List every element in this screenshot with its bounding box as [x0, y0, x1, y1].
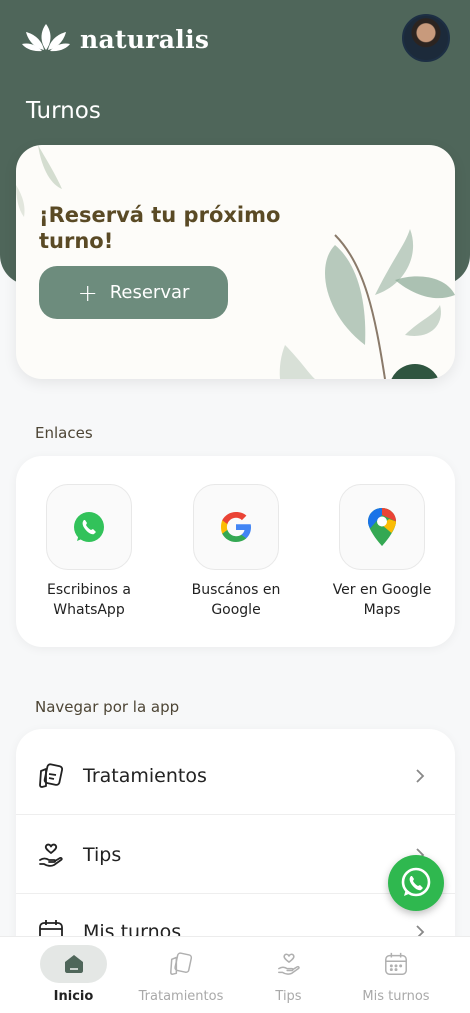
brand-name: naturalis — [80, 24, 210, 54]
reserve-button-label: Reservar — [109, 282, 190, 303]
whatsapp-link[interactable]: Escribinos a WhatsApp — [29, 484, 149, 620]
whatsapp-fab-button[interactable] — [388, 855, 444, 911]
calendar-icon — [363, 945, 430, 983]
home-icon — [40, 945, 107, 983]
google-maps-link-label: Ver en Google Maps — [332, 582, 432, 618]
google-link-label: Buscános en Google — [191, 582, 281, 618]
nav-item-label: Tips — [83, 843, 122, 866]
tab-label: Mis turnos — [362, 989, 430, 1004]
tab-label: Inicio — [53, 989, 94, 1004]
reserve-button[interactable]: + Reservar — [39, 266, 228, 319]
tab-tratamientos[interactable]: Tratamientos — [135, 937, 227, 1013]
treatments-icon — [148, 945, 215, 983]
tab-tips[interactable]: Tips — [255, 937, 322, 1013]
whatsapp-link-label: Escribinos a WhatsApp — [46, 582, 132, 618]
leaf-logo-icon — [22, 22, 70, 56]
whatsapp-icon — [46, 484, 132, 570]
tab-label: Tips — [275, 989, 302, 1004]
google-icon — [193, 484, 279, 570]
tab-mis-turnos[interactable]: Mis turnos — [356, 937, 436, 1013]
booking-title: ¡Reservá tu próximo turno! — [39, 203, 281, 253]
booking-card: ¡Reservá tu próximo turno! + Reservar — [16, 145, 455, 379]
tab-label: Tratamientos — [138, 989, 224, 1004]
tab-inicio[interactable]: Inicio — [40, 937, 107, 1013]
tips-icon — [255, 945, 322, 983]
bottom-tab-bar: Inicio Tratamientos Tips Mis turnos — [0, 936, 470, 1013]
links-card: Escribinos a WhatsApp Buscános en Google… — [16, 456, 455, 647]
plus-icon: + — [77, 278, 98, 307]
google-maps-icon — [339, 484, 425, 570]
tips-icon — [36, 840, 66, 870]
nav-item-label: Tratamientos — [83, 764, 207, 787]
treatments-icon — [36, 761, 66, 791]
chevron-right-icon — [416, 768, 425, 783]
avatar[interactable] — [402, 14, 450, 62]
eucalyptus-decoration-icon — [279, 229, 455, 379]
nav-item-tratamientos[interactable]: Tratamientos — [16, 737, 455, 815]
links-section-title: Enlaces — [35, 424, 93, 442]
whatsapp-icon — [401, 867, 431, 897]
navigation-section-title: Navegar por la app — [35, 698, 180, 716]
navigation-card: Tratamientos Tips Mis turnos — [16, 729, 455, 969]
brand-logo: naturalis — [22, 22, 209, 56]
page-title: Turnos — [26, 98, 101, 124]
google-link[interactable]: Buscános en Google — [176, 484, 296, 620]
google-maps-link[interactable]: Ver en Google Maps — [322, 484, 442, 620]
